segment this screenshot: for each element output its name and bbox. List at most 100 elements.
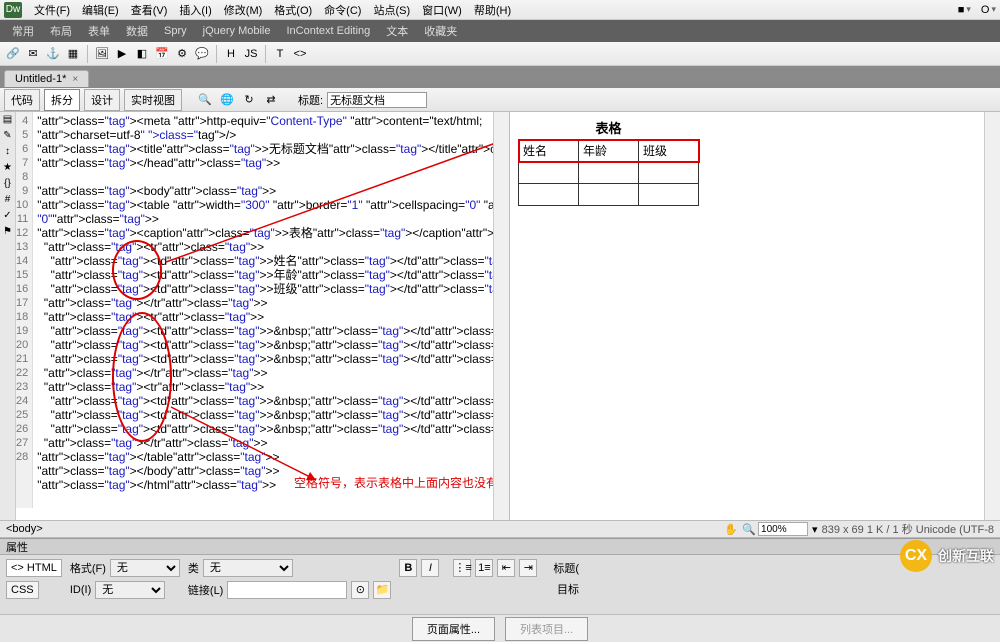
table-row[interactable]: [519, 184, 699, 206]
table-cell[interactable]: [579, 162, 639, 184]
view-code-button[interactable]: 代码: [4, 89, 40, 111]
code-pane[interactable]: 4 5 6 7 8 9 10 11 12 13 14 15 16 17 18 1…: [16, 112, 510, 520]
refresh-icon[interactable]: ↻: [240, 91, 258, 109]
outdent-button[interactable]: ⇤: [497, 559, 515, 577]
gutter-icon[interactable]: ✎: [2, 130, 14, 142]
class-label: 类: [188, 560, 199, 576]
table-cell[interactable]: [639, 162, 699, 184]
document-tab[interactable]: Untitled-1* ×: [4, 70, 89, 87]
table-cell[interactable]: 姓名: [519, 140, 579, 162]
menu-window[interactable]: 窗口(W): [422, 2, 462, 18]
bold-button[interactable]: B: [399, 559, 417, 577]
table-cell[interactable]: [519, 184, 579, 206]
vertical-scrollbar[interactable]: [984, 112, 1000, 520]
cat-text[interactable]: 文本: [386, 23, 408, 39]
comment-icon[interactable]: 💬: [193, 45, 211, 63]
cat-layout[interactable]: 布局: [50, 23, 72, 39]
title2-label: 标题(: [553, 560, 579, 576]
gutter-icon[interactable]: ⚑: [2, 226, 14, 238]
table-cell[interactable]: [639, 184, 699, 206]
email-icon[interactable]: ✉: [24, 45, 42, 63]
document-tab-label: Untitled-1*: [15, 73, 66, 85]
link-input[interactable]: [227, 581, 347, 599]
preview-pane[interactable]: 表格 姓名 年龄 班级: [510, 112, 1000, 520]
cat-common[interactable]: 常用: [12, 23, 34, 39]
layout-dropdown[interactable]: ■: [958, 4, 971, 16]
head-icon[interactable]: H: [222, 45, 240, 63]
insert-toolbar: 🔗 ✉ ⚓ ▦ 🖼 ▶ ◧ 📅 ⚙ 💬 H JS T <>: [0, 42, 1000, 66]
gutter-icon[interactable]: ★: [2, 162, 14, 174]
search-dropdown[interactable]: O: [981, 4, 996, 16]
menu-site[interactable]: 站点(S): [373, 2, 410, 18]
code-gutter-toolbar: ▤ ✎ ↕ ★ {} # ✓ ⚑: [0, 112, 16, 520]
table-cell[interactable]: [519, 162, 579, 184]
date-icon[interactable]: 📅: [153, 45, 171, 63]
title-input[interactable]: [327, 92, 427, 108]
cat-incontext[interactable]: InContext Editing: [286, 25, 370, 37]
widget-icon[interactable]: ◧: [133, 45, 151, 63]
table-row[interactable]: [519, 162, 699, 184]
gutter-icon[interactable]: ▤: [2, 114, 14, 126]
link-label: 链接(L): [188, 582, 223, 598]
link-folder-icon[interactable]: 📁: [373, 581, 391, 599]
cat-spry[interactable]: Spry: [164, 25, 187, 37]
view-split-button[interactable]: 拆分: [44, 89, 80, 111]
inspect-icon[interactable]: 🔍: [196, 91, 214, 109]
gutter-icon[interactable]: #: [2, 194, 14, 206]
anchor-icon[interactable]: ⚓: [44, 45, 62, 63]
menu-insert[interactable]: 插入(I): [179, 2, 211, 18]
menu-format[interactable]: 格式(O): [274, 2, 312, 18]
menu-modify[interactable]: 修改(M): [224, 2, 263, 18]
template-icon[interactable]: T: [271, 45, 289, 63]
view-live-button[interactable]: 实时视图: [124, 89, 182, 111]
list-item-button[interactable]: 列表项目...: [505, 617, 588, 641]
table-icon[interactable]: ▦: [64, 45, 82, 63]
code-text[interactable]: "attr">class="tag"><meta "attr">http-equ…: [33, 112, 510, 508]
menu-commands[interactable]: 命令(C): [324, 2, 361, 18]
zoom-input[interactable]: [758, 522, 808, 536]
cat-favorites[interactable]: 收藏夹: [424, 23, 457, 39]
gutter-icon[interactable]: ↕: [2, 146, 14, 158]
id-select[interactable]: 无: [95, 581, 165, 599]
menu-view[interactable]: 查看(V): [131, 2, 168, 18]
vertical-scrollbar[interactable]: [493, 112, 509, 520]
globe-icon[interactable]: 🌐: [218, 91, 236, 109]
table-cell[interactable]: 年龄: [579, 140, 639, 162]
menu-help[interactable]: 帮助(H): [474, 2, 511, 18]
indent-button[interactable]: ⇥: [519, 559, 537, 577]
table-row[interactable]: 姓名 年龄 班级: [519, 140, 699, 162]
table-cell[interactable]: 班级: [639, 140, 699, 162]
gutter-icon[interactable]: ✓: [2, 210, 14, 222]
properties-header[interactable]: 属性: [0, 539, 1000, 555]
gutter-icon[interactable]: {}: [2, 178, 14, 190]
page-properties-button[interactable]: 页面属性...: [412, 617, 495, 641]
italic-button[interactable]: I: [421, 559, 439, 577]
menu-edit[interactable]: 编辑(E): [82, 2, 119, 18]
nav-icon[interactable]: ⇄: [262, 91, 280, 109]
view-design-button[interactable]: 设计: [84, 89, 120, 111]
css-tab-button[interactable]: CSS: [6, 581, 39, 599]
ul-button[interactable]: ⋮≡: [453, 559, 471, 577]
preview-table[interactable]: 表格 姓名 年龄 班级: [518, 116, 699, 206]
media-icon[interactable]: ▶: [113, 45, 131, 63]
zoom-icon[interactable]: 🔍: [740, 520, 758, 538]
server-icon[interactable]: ⚙: [173, 45, 191, 63]
html-tab-button[interactable]: <> HTML: [6, 559, 62, 577]
tag-icon[interactable]: <>: [291, 45, 309, 63]
menu-file[interactable]: 文件(F): [34, 2, 70, 18]
annotation-text: 空格符号，表示表格中上面内容也没有: [294, 474, 498, 491]
class-select[interactable]: 无: [203, 559, 293, 577]
image-icon[interactable]: 🖼: [93, 45, 111, 63]
script-icon[interactable]: JS: [242, 45, 260, 63]
hyperlink-icon[interactable]: 🔗: [4, 45, 22, 63]
cat-forms[interactable]: 表单: [88, 23, 110, 39]
close-icon[interactable]: ×: [72, 74, 78, 85]
table-cell[interactable]: [579, 184, 639, 206]
ol-button[interactable]: 1≡: [475, 559, 493, 577]
hand-icon[interactable]: ✋: [722, 520, 740, 538]
cat-jquery[interactable]: jQuery Mobile: [203, 25, 271, 37]
format-select[interactable]: 无: [110, 559, 180, 577]
tag-path[interactable]: <body>: [6, 523, 43, 535]
link-browse-icon[interactable]: ⊙: [351, 581, 369, 599]
cat-data[interactable]: 数据: [126, 23, 148, 39]
